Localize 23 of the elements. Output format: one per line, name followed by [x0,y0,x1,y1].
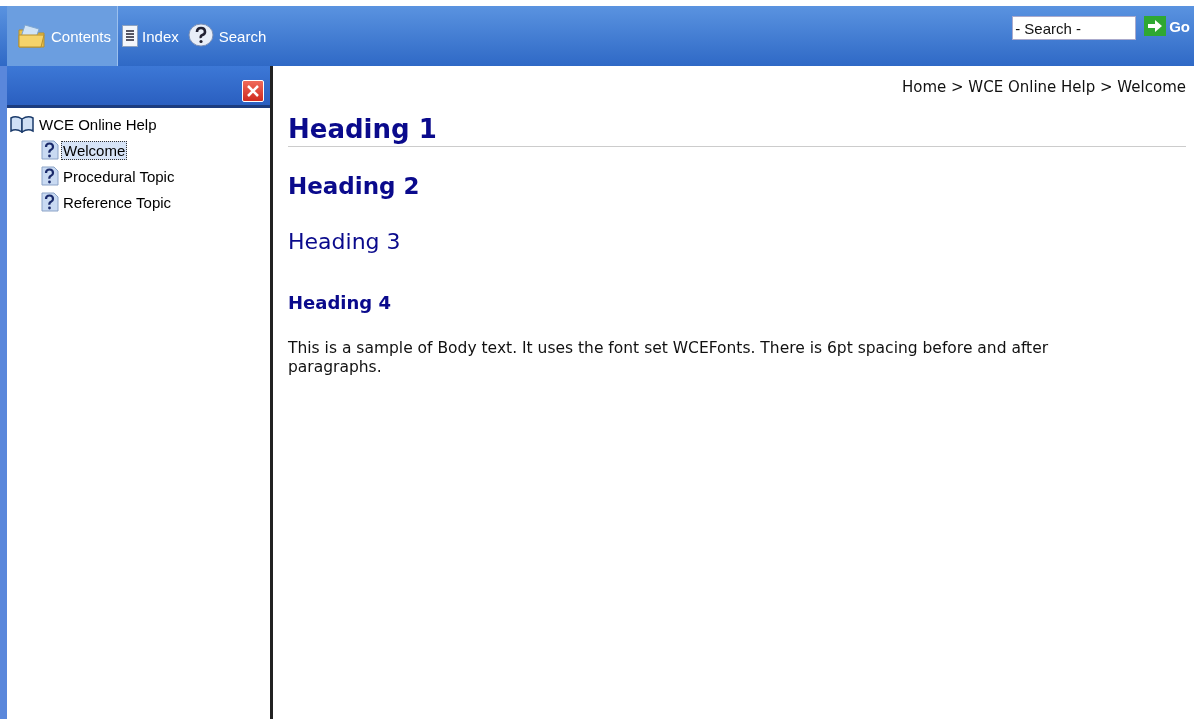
heading: Heading 4 [288,292,391,313]
go-button[interactable]: Go [1144,16,1190,36]
heading: Heading 2 [288,173,420,199]
body-text: This is a sample of Body text. It uses the font set WCEFonts. There is 6pt spacing before and after paragraphs. [288,339,1050,378]
toolbar-tab[interactable]: Index [118,6,183,66]
tree-item[interactable]: Procedural Topic [61,166,177,186]
list-icon [122,25,139,47]
tree-item[interactable]: Reference Topic [61,192,174,212]
heading: Heading 3 [288,229,401,254]
breadcrumb: Home > WCE Online Help > Welcome [901,78,1186,96]
book-icon [9,115,35,133]
tree-item[interactable]: Welcome [61,140,128,160]
heading: Heading 1 [288,114,437,144]
help-topic-icon [41,166,59,186]
search-field[interactable]: - Search - [1012,16,1137,40]
help-icon [186,23,215,49]
toolbar-tab[interactable]: Search [182,6,271,66]
help-topic-icon [41,192,59,212]
help-topic-icon [41,140,59,160]
close-icon [247,85,259,97]
tree-item[interactable]: WCE Online Help [37,114,159,134]
folder-icon [17,22,47,50]
close-button[interactable] [242,80,264,102]
